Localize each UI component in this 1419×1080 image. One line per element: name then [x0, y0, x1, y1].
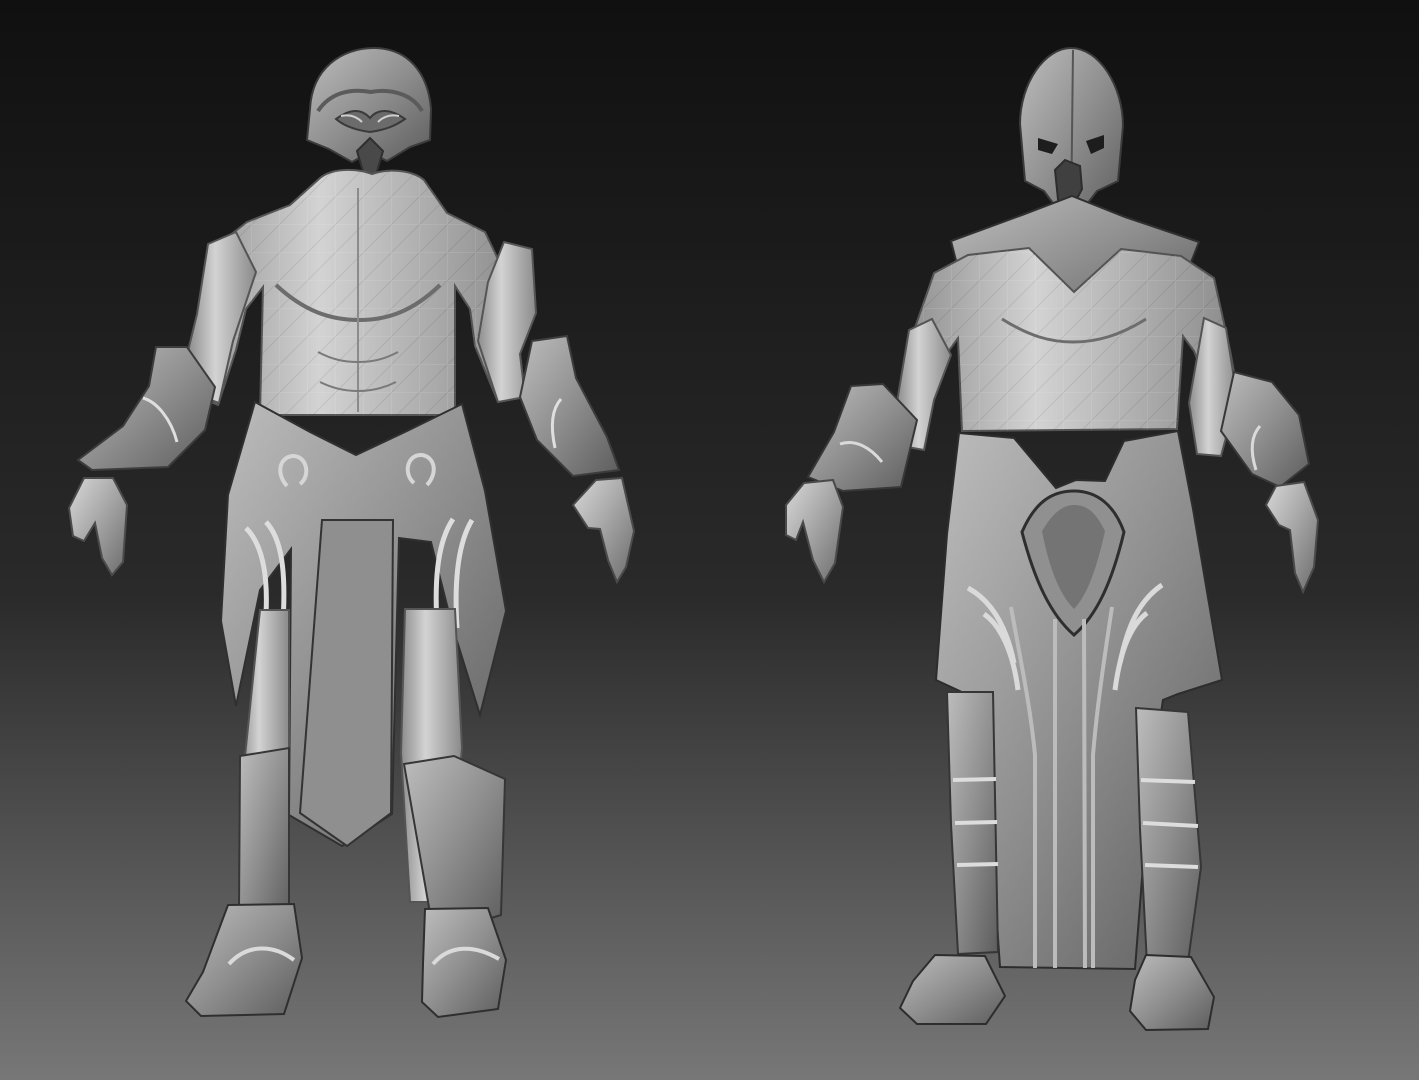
- sculpt-scene: [0, 0, 1419, 1080]
- zbrush-viewport: [0, 0, 1419, 1080]
- viewport-background: [0, 0, 1419, 1080]
